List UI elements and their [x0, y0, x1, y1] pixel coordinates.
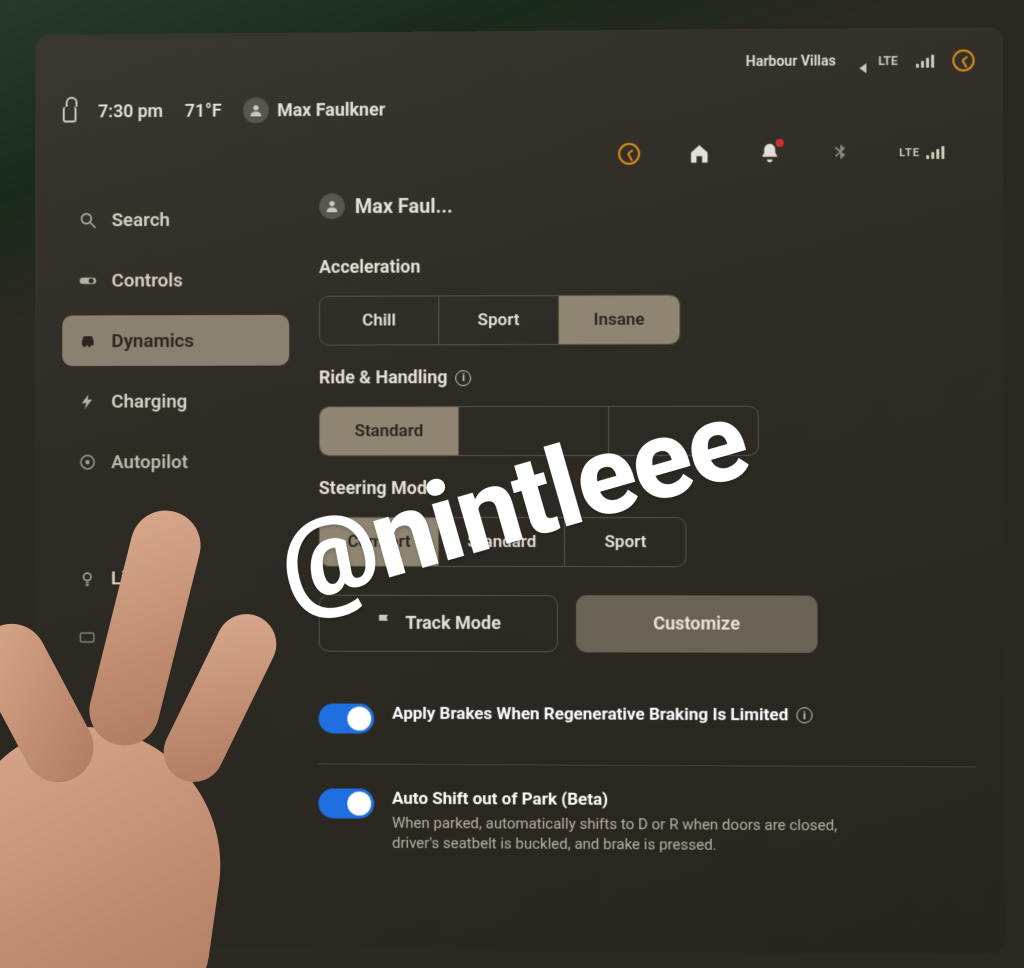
auto-shift-description: When parked, automatically shifts to D o… — [392, 813, 854, 856]
clock-alert-top-icon — [952, 49, 974, 71]
bell-icon[interactable] — [758, 141, 782, 165]
apply-brakes-label: Apply Brakes When Regenerative Braking I… — [392, 704, 788, 726]
top-status-bar: Harbour Villas LTE — [63, 45, 975, 82]
lock-icon[interactable] — [63, 107, 77, 123]
lightbulb-icon — [77, 568, 97, 588]
info-icon[interactable]: i — [456, 370, 472, 386]
sidebar-item-charging[interactable]: Charging — [62, 376, 289, 427]
panel-user-name: Max Faul... — [355, 194, 453, 218]
ride-handling-segmented[interactable]: Standard . . — [319, 406, 759, 456]
auto-shift-row: Auto Shift out of Park (Beta) When parke… — [318, 763, 976, 857]
sidebar-item-label: Autopilot — [111, 450, 188, 473]
bolt-icon — [78, 391, 98, 411]
sidebar-item-label: Display — [111, 627, 172, 650]
sidebar-item-label: Lights — [111, 566, 163, 589]
sidebar-item-display[interactable]: Display — [61, 613, 288, 664]
steering-option-comfort[interactable]: Comfort — [320, 518, 440, 566]
customize-label: Customize — [653, 613, 740, 634]
software-icon — [77, 884, 97, 904]
steering-icon — [78, 452, 98, 472]
sidebar-search[interactable]: Search — [62, 194, 289, 246]
dynamics-panel: Max Faul... Acceleration Chill Sport Ins… — [318, 190, 976, 936]
ride-handling-option-hidden-1[interactable]: . — [459, 407, 609, 455]
temperature: 71°F — [185, 100, 222, 121]
sidebar-item-lights[interactable]: Lights — [62, 553, 289, 604]
user-avatar-icon — [319, 193, 345, 219]
acceleration-option-sport[interactable]: Sport — [439, 296, 559, 344]
sidebar-item-dynamics[interactable]: Dynamics — [62, 315, 289, 366]
toggle-icon — [78, 270, 98, 290]
sidebar-item-label: Software — [110, 883, 186, 906]
acceleration-label: Acceleration — [319, 254, 975, 278]
steering-option-sport[interactable]: Sport — [565, 518, 685, 566]
customize-button[interactable]: Customize — [576, 595, 818, 653]
home-icon[interactable] — [688, 141, 712, 165]
steering-segmented[interactable]: Comfort Standard Sport — [319, 517, 687, 567]
secondary-status-icons: LTE — [63, 134, 975, 175]
signal-bars-top-icon — [916, 54, 934, 68]
search-icon — [78, 210, 98, 230]
acceleration-option-chill[interactable]: Chill — [320, 296, 439, 344]
auto-shift-toggle[interactable] — [318, 788, 374, 818]
signal-bars-icon — [926, 145, 944, 159]
sidebar: Search Controls Dynamics Charging — [61, 194, 290, 932]
primary-status-bar: 7:30 pm 71°F Max Faulkner — [63, 85, 975, 131]
network-label-top: LTE — [878, 54, 898, 68]
acceleration-option-insane[interactable]: Insane — [559, 296, 679, 344]
sidebar-item-label: Charging — [111, 390, 187, 413]
bluetooth-icon[interactable] — [828, 140, 852, 164]
user-name: Max Faulkner — [277, 99, 385, 121]
apply-brakes-toggle[interactable] — [319, 703, 375, 733]
location-label: Harbour Villas — [746, 53, 836, 70]
display-icon — [77, 629, 97, 649]
panel-user-row[interactable]: Max Faul... — [319, 190, 975, 219]
sidebar-item-software[interactable]: Software — [61, 869, 289, 921]
sidebar-item-controls[interactable]: Controls — [62, 254, 289, 305]
clock-alert-icon[interactable] — [617, 142, 641, 166]
active-user[interactable]: Max Faulkner — [243, 97, 385, 124]
ride-handling-option-hidden-2[interactable]: . — [609, 407, 759, 455]
sidebar-search-label: Search — [112, 208, 170, 231]
acceleration-segmented[interactable]: Chill Sport Insane — [319, 295, 680, 346]
track-mode-label: Track Mode — [405, 613, 501, 634]
apply-brakes-row: Apply Brakes When Regenerative Braking I… — [319, 693, 976, 736]
flag-icon — [375, 612, 393, 635]
ride-handling-label: Ride & Handling i — [319, 366, 975, 388]
steering-label: Steering Mode — [319, 478, 976, 499]
track-mode-button[interactable]: Track Mode — [319, 595, 558, 653]
ride-handling-option-standard[interactable]: Standard — [320, 407, 459, 455]
sidebar-item-label: Controls — [112, 269, 183, 292]
clock-time: 7:30 pm — [98, 101, 163, 122]
network-indicator: LTE — [899, 145, 944, 159]
network-label: LTE — [899, 146, 920, 159]
user-avatar-icon — [243, 97, 269, 123]
steering-option-standard[interactable]: Standard — [440, 518, 566, 566]
sidebar-item-label: Dynamics — [111, 329, 194, 352]
car-icon — [78, 331, 98, 351]
info-icon[interactable]: i — [796, 707, 812, 723]
sidebar-item-autopilot[interactable]: Autopilot — [62, 436, 289, 487]
auto-shift-label: Auto Shift out of Park (Beta) — [392, 789, 608, 810]
